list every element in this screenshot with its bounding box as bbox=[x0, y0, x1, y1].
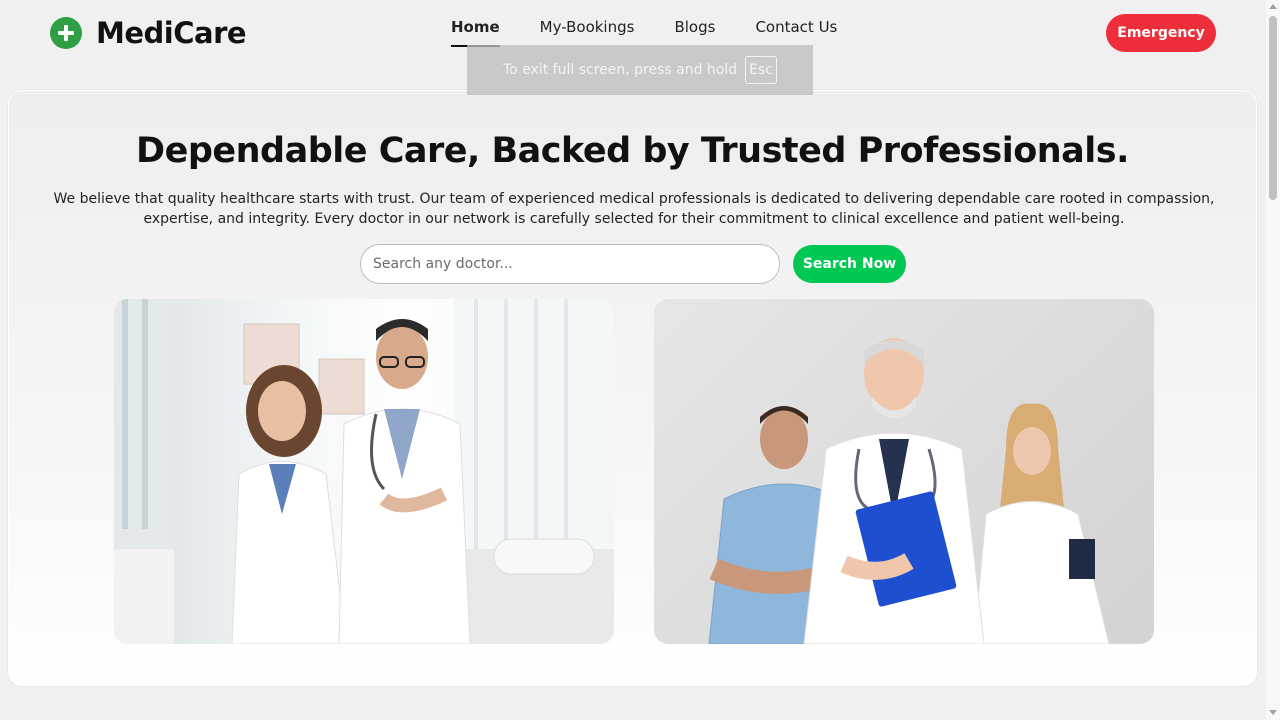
nav-item-home[interactable]: Home bbox=[451, 18, 500, 47]
scroll-thumb[interactable] bbox=[1269, 16, 1277, 200]
search-now-button[interactable]: Search Now bbox=[793, 245, 906, 283]
doctors-pair-illustration bbox=[114, 299, 614, 644]
logo[interactable]: MediCare bbox=[50, 16, 247, 50]
scroll-up-arrow-icon[interactable] bbox=[1269, 4, 1277, 9]
medical-team-illustration bbox=[708, 338, 1110, 644]
hero-image-medical-team bbox=[654, 299, 1154, 644]
emergency-button[interactable]: Emergency bbox=[1106, 14, 1216, 52]
main-nav: Home My-Bookings Blogs Contact Us bbox=[451, 18, 837, 47]
scroll-down-arrow-icon[interactable] bbox=[1269, 710, 1277, 715]
doctor-search-input[interactable] bbox=[360, 244, 780, 284]
nav-item-contact-us[interactable]: Contact Us bbox=[755, 18, 837, 47]
fullscreen-exit-toast: To exit full screen, press and hold Esc bbox=[467, 45, 813, 95]
nav-item-blogs[interactable]: Blogs bbox=[674, 18, 715, 47]
esc-key-hint: Esc bbox=[745, 56, 777, 84]
hero-section: Dependable Care, Backed by Trusted Profe… bbox=[8, 90, 1257, 686]
nav-item-my-bookings[interactable]: My-Bookings bbox=[540, 18, 635, 47]
fullscreen-toast-text: To exit full screen, press and hold bbox=[503, 62, 738, 78]
hero-description: We believe that quality healthcare start… bbox=[53, 191, 1215, 227]
plus-circle-icon bbox=[50, 17, 82, 49]
logo-text: MediCare bbox=[96, 16, 247, 50]
hero-title: Dependable Care, Backed by Trusted Profe… bbox=[136, 131, 1129, 171]
page-scrollbar[interactable] bbox=[1266, 0, 1280, 720]
hero-image-doctors-pair bbox=[114, 299, 614, 644]
